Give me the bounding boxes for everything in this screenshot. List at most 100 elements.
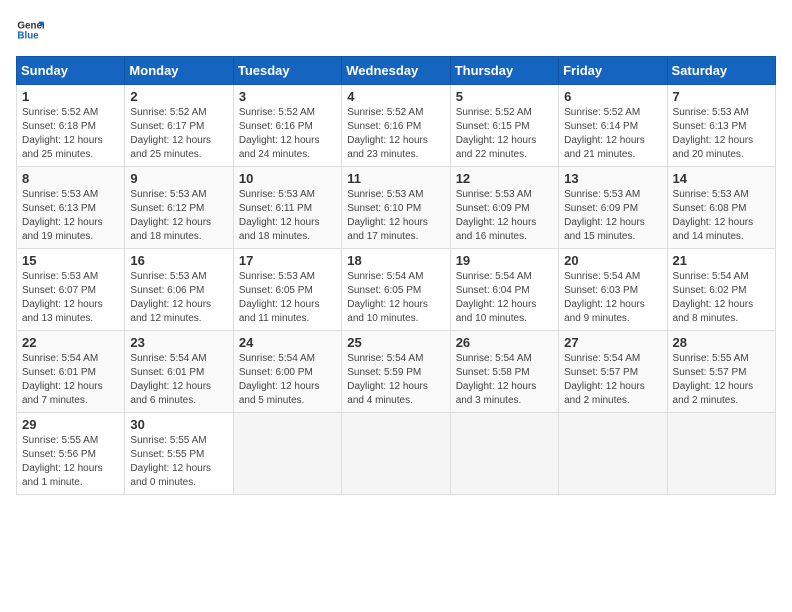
day-info: Sunrise: 5:53 AM Sunset: 6:10 PM Dayligh… [347, 188, 444, 244]
day-number: 22 [22, 335, 119, 350]
day-info: Sunrise: 5:52 AM Sunset: 6:14 PM Dayligh… [564, 106, 661, 162]
day-info: Sunrise: 5:53 AM Sunset: 6:11 PM Dayligh… [239, 188, 336, 244]
day-info: Sunrise: 5:52 AM Sunset: 6:15 PM Dayligh… [456, 106, 553, 162]
day-number: 8 [22, 171, 119, 186]
calendar-cell: 25 Sunrise: 5:54 AM Sunset: 5:59 PM Dayl… [342, 331, 450, 413]
day-number: 14 [673, 171, 770, 186]
weekday-header: Wednesday [342, 57, 450, 85]
calendar-cell: 10 Sunrise: 5:53 AM Sunset: 6:11 PM Dayl… [233, 167, 341, 249]
calendar-cell: 18 Sunrise: 5:54 AM Sunset: 6:05 PM Dayl… [342, 249, 450, 331]
day-info: Sunrise: 5:54 AM Sunset: 6:00 PM Dayligh… [239, 352, 336, 408]
day-number: 26 [456, 335, 553, 350]
day-info: Sunrise: 5:54 AM Sunset: 6:02 PM Dayligh… [673, 270, 770, 326]
calendar-cell [559, 413, 667, 495]
weekday-header: Monday [125, 57, 233, 85]
calendar-cell: 2 Sunrise: 5:52 AM Sunset: 6:17 PM Dayli… [125, 85, 233, 167]
day-number: 5 [456, 89, 553, 104]
calendar-cell: 15 Sunrise: 5:53 AM Sunset: 6:07 PM Dayl… [17, 249, 125, 331]
weekday-header: Sunday [17, 57, 125, 85]
day-info: Sunrise: 5:54 AM Sunset: 6:01 PM Dayligh… [130, 352, 227, 408]
day-number: 18 [347, 253, 444, 268]
calendar-cell: 13 Sunrise: 5:53 AM Sunset: 6:09 PM Dayl… [559, 167, 667, 249]
calendar-cell: 21 Sunrise: 5:54 AM Sunset: 6:02 PM Dayl… [667, 249, 775, 331]
day-number: 27 [564, 335, 661, 350]
day-info: Sunrise: 5:53 AM Sunset: 6:09 PM Dayligh… [564, 188, 661, 244]
calendar-cell: 12 Sunrise: 5:53 AM Sunset: 6:09 PM Dayl… [450, 167, 558, 249]
logo: General Blue [16, 16, 48, 44]
day-info: Sunrise: 5:52 AM Sunset: 6:18 PM Dayligh… [22, 106, 119, 162]
day-number: 12 [456, 171, 553, 186]
day-info: Sunrise: 5:54 AM Sunset: 6:03 PM Dayligh… [564, 270, 661, 326]
day-number: 2 [130, 89, 227, 104]
day-info: Sunrise: 5:52 AM Sunset: 6:16 PM Dayligh… [239, 106, 336, 162]
day-info: Sunrise: 5:53 AM Sunset: 6:13 PM Dayligh… [673, 106, 770, 162]
day-info: Sunrise: 5:54 AM Sunset: 5:58 PM Dayligh… [456, 352, 553, 408]
day-info: Sunrise: 5:53 AM Sunset: 6:05 PM Dayligh… [239, 270, 336, 326]
day-info: Sunrise: 5:52 AM Sunset: 6:17 PM Dayligh… [130, 106, 227, 162]
calendar-cell: 8 Sunrise: 5:53 AM Sunset: 6:13 PM Dayli… [17, 167, 125, 249]
calendar-cell: 19 Sunrise: 5:54 AM Sunset: 6:04 PM Dayl… [450, 249, 558, 331]
calendar-cell [233, 413, 341, 495]
day-info: Sunrise: 5:54 AM Sunset: 6:01 PM Dayligh… [22, 352, 119, 408]
weekday-header: Thursday [450, 57, 558, 85]
day-number: 4 [347, 89, 444, 104]
calendar-cell: 23 Sunrise: 5:54 AM Sunset: 6:01 PM Dayl… [125, 331, 233, 413]
day-number: 11 [347, 171, 444, 186]
day-number: 15 [22, 253, 119, 268]
calendar-cell: 30 Sunrise: 5:55 AM Sunset: 5:55 PM Dayl… [125, 413, 233, 495]
calendar-cell: 6 Sunrise: 5:52 AM Sunset: 6:14 PM Dayli… [559, 85, 667, 167]
day-number: 28 [673, 335, 770, 350]
calendar-cell: 20 Sunrise: 5:54 AM Sunset: 6:03 PM Dayl… [559, 249, 667, 331]
calendar-cell: 14 Sunrise: 5:53 AM Sunset: 6:08 PM Dayl… [667, 167, 775, 249]
weekday-header: Tuesday [233, 57, 341, 85]
calendar-cell: 4 Sunrise: 5:52 AM Sunset: 6:16 PM Dayli… [342, 85, 450, 167]
calendar-cell: 3 Sunrise: 5:52 AM Sunset: 6:16 PM Dayli… [233, 85, 341, 167]
svg-text:Blue: Blue [17, 30, 39, 41]
day-number: 16 [130, 253, 227, 268]
calendar-cell: 16 Sunrise: 5:53 AM Sunset: 6:06 PM Dayl… [125, 249, 233, 331]
day-info: Sunrise: 5:55 AM Sunset: 5:57 PM Dayligh… [673, 352, 770, 408]
calendar-cell: 22 Sunrise: 5:54 AM Sunset: 6:01 PM Dayl… [17, 331, 125, 413]
day-info: Sunrise: 5:54 AM Sunset: 6:05 PM Dayligh… [347, 270, 444, 326]
calendar-cell: 7 Sunrise: 5:53 AM Sunset: 6:13 PM Dayli… [667, 85, 775, 167]
calendar-table: SundayMondayTuesdayWednesdayThursdayFrid… [16, 56, 776, 495]
day-number: 13 [564, 171, 661, 186]
calendar-cell: 27 Sunrise: 5:54 AM Sunset: 5:57 PM Dayl… [559, 331, 667, 413]
calendar-cell [342, 413, 450, 495]
day-info: Sunrise: 5:53 AM Sunset: 6:08 PM Dayligh… [673, 188, 770, 244]
day-info: Sunrise: 5:52 AM Sunset: 6:16 PM Dayligh… [347, 106, 444, 162]
day-info: Sunrise: 5:53 AM Sunset: 6:07 PM Dayligh… [22, 270, 119, 326]
day-info: Sunrise: 5:55 AM Sunset: 5:56 PM Dayligh… [22, 434, 119, 490]
day-number: 29 [22, 417, 119, 432]
day-number: 19 [456, 253, 553, 268]
calendar-cell: 29 Sunrise: 5:55 AM Sunset: 5:56 PM Dayl… [17, 413, 125, 495]
day-number: 3 [239, 89, 336, 104]
day-info: Sunrise: 5:54 AM Sunset: 5:59 PM Dayligh… [347, 352, 444, 408]
weekday-header: Saturday [667, 57, 775, 85]
calendar-cell: 24 Sunrise: 5:54 AM Sunset: 6:00 PM Dayl… [233, 331, 341, 413]
day-info: Sunrise: 5:53 AM Sunset: 6:09 PM Dayligh… [456, 188, 553, 244]
calendar-cell [450, 413, 558, 495]
day-info: Sunrise: 5:54 AM Sunset: 5:57 PM Dayligh… [564, 352, 661, 408]
day-number: 7 [673, 89, 770, 104]
day-number: 23 [130, 335, 227, 350]
day-number: 1 [22, 89, 119, 104]
calendar-cell: 9 Sunrise: 5:53 AM Sunset: 6:12 PM Dayli… [125, 167, 233, 249]
logo-icon: General Blue [16, 16, 44, 44]
day-number: 20 [564, 253, 661, 268]
day-number: 10 [239, 171, 336, 186]
day-number: 6 [564, 89, 661, 104]
calendar-cell: 17 Sunrise: 5:53 AM Sunset: 6:05 PM Dayl… [233, 249, 341, 331]
day-number: 24 [239, 335, 336, 350]
calendar-cell: 26 Sunrise: 5:54 AM Sunset: 5:58 PM Dayl… [450, 331, 558, 413]
day-info: Sunrise: 5:53 AM Sunset: 6:12 PM Dayligh… [130, 188, 227, 244]
calendar-cell: 1 Sunrise: 5:52 AM Sunset: 6:18 PM Dayli… [17, 85, 125, 167]
calendar-cell [667, 413, 775, 495]
weekday-header: Friday [559, 57, 667, 85]
calendar-cell: 28 Sunrise: 5:55 AM Sunset: 5:57 PM Dayl… [667, 331, 775, 413]
day-info: Sunrise: 5:53 AM Sunset: 6:06 PM Dayligh… [130, 270, 227, 326]
day-number: 9 [130, 171, 227, 186]
day-info: Sunrise: 5:55 AM Sunset: 5:55 PM Dayligh… [130, 434, 227, 490]
day-number: 17 [239, 253, 336, 268]
page-header: General Blue [16, 16, 776, 44]
